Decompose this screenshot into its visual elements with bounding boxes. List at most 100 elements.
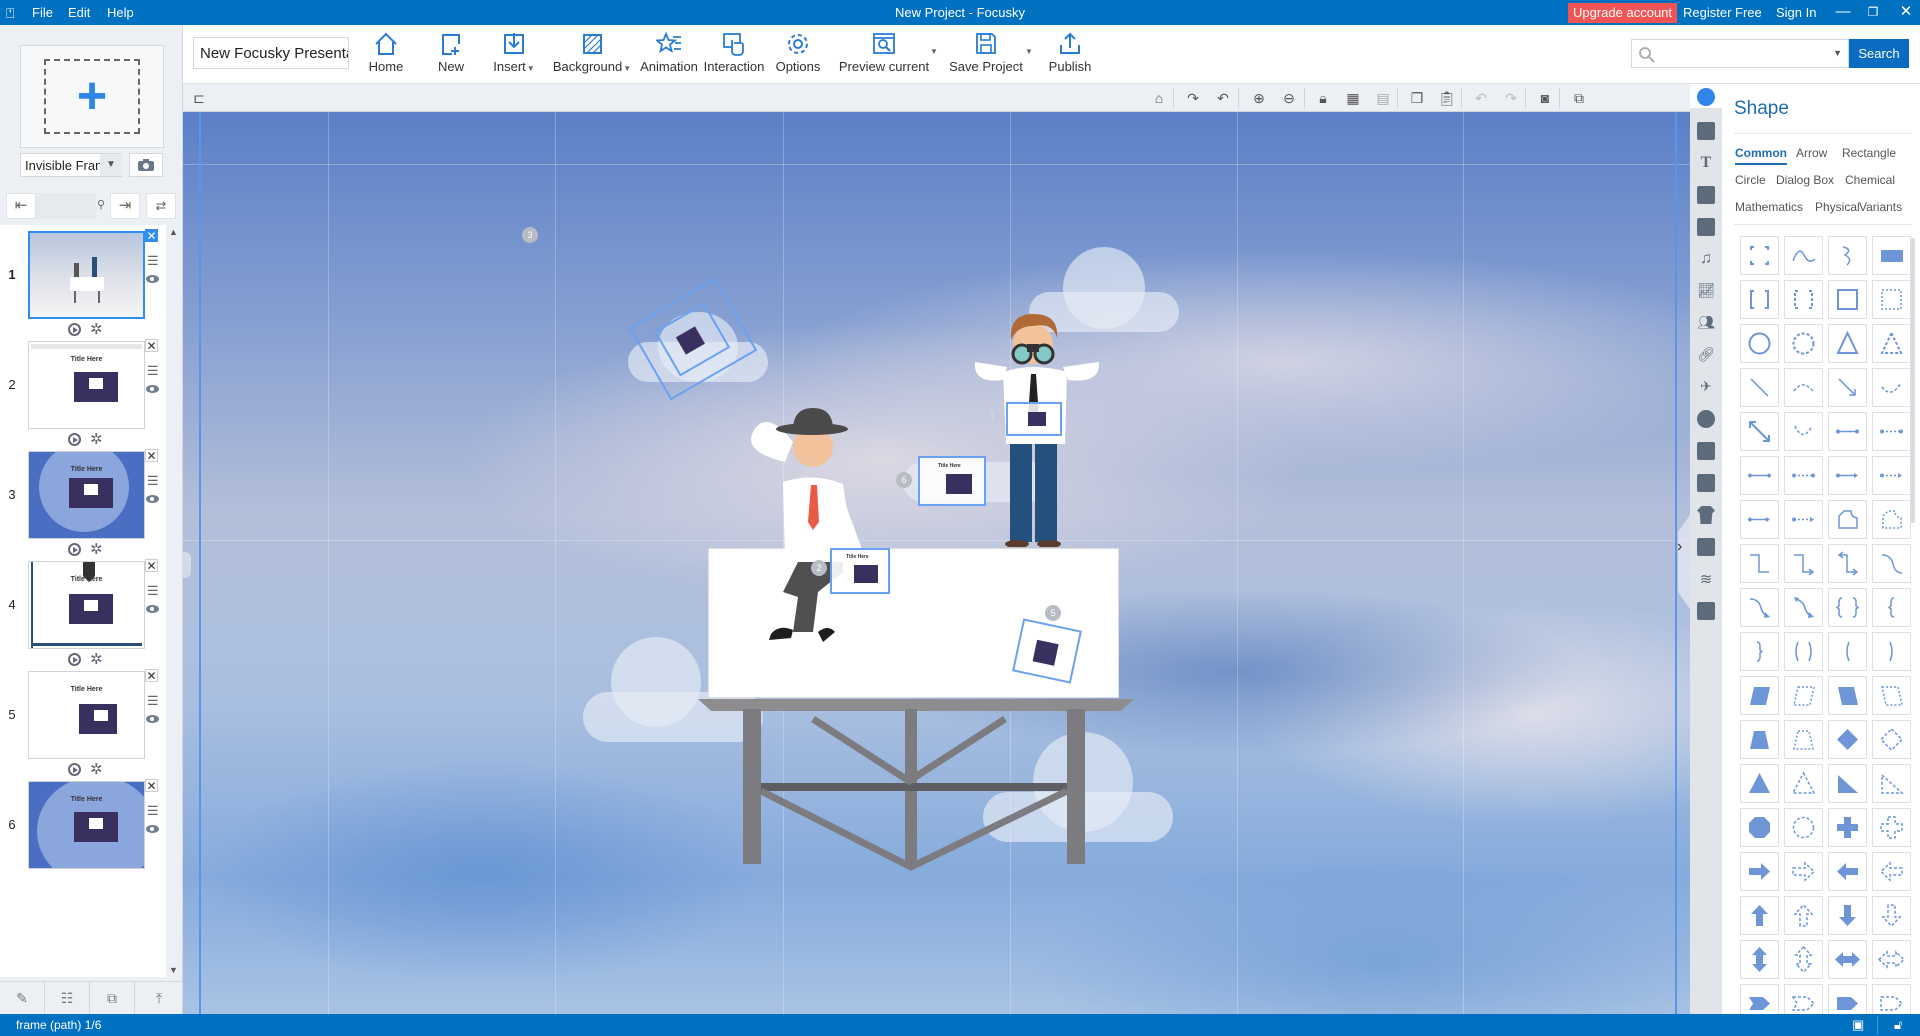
play-icon[interactable] (68, 653, 81, 666)
close-icon[interactable]: ✕ (1893, 2, 1919, 22)
rotate-right-icon[interactable]: ↷ (1183, 89, 1203, 107)
image-icon[interactable] (1697, 122, 1715, 140)
category-variants[interactable]: Variants (1859, 200, 1902, 214)
search-input[interactable]: ▼ (1631, 39, 1849, 68)
project-name-input[interactable]: New Focusky Presenta (193, 37, 349, 69)
scroll-up-icon[interactable]: ▲ (169, 227, 178, 237)
frame-item[interactable]: 1 ✕ ☰ ✲ (0, 227, 166, 338)
shape-dashed-arc-arrow[interactable] (1872, 368, 1911, 407)
upgrade-account-button[interactable]: Upgrade account (1568, 3, 1678, 23)
shape-curve[interactable] (1784, 236, 1823, 275)
shape-diamond-line[interactable] (1740, 456, 1779, 495)
shape-step-double-arrow[interactable] (1828, 544, 1867, 583)
shape-trapezoid[interactable] (1740, 720, 1779, 759)
shape-right-paren[interactable] (1872, 632, 1911, 671)
shape-dashed-arrow-down[interactable] (1872, 896, 1911, 935)
eye-icon[interactable] (146, 385, 159, 393)
insert-button[interactable]: Insert▼ (492, 31, 536, 79)
shape-step-line[interactable] (1740, 544, 1779, 583)
menu-file[interactable]: File (32, 5, 53, 20)
shape-right-triangle[interactable] (1828, 764, 1867, 803)
frame-marker[interactable]: 1 (987, 408, 997, 424)
shape-double-arrow[interactable] (1740, 412, 1779, 451)
category-dialog-box[interactable]: Dialog Box (1776, 173, 1834, 187)
gear-icon[interactable]: ✲ (90, 760, 103, 778)
shape-diamond-arrow-dashed[interactable] (1784, 500, 1823, 539)
shape-dashed-arrow-leftright[interactable] (1872, 940, 1911, 979)
shape-dot-arrow-dashed[interactable] (1872, 456, 1911, 495)
shape-left-brace[interactable] (1872, 588, 1911, 627)
presentation-mode-icon[interactable]: ▣ (1852, 1017, 1864, 1033)
chart-icon[interactable]: 📈︎ (1697, 282, 1715, 300)
eye-icon[interactable] (146, 715, 159, 723)
eye-icon[interactable] (146, 605, 159, 613)
shape-dashed-triangle[interactable] (1872, 324, 1911, 363)
shape-arrow-up[interactable] (1740, 896, 1779, 935)
chevron-right-icon[interactable]: › (1677, 538, 1682, 556)
background-button[interactable]: Background▼ (552, 31, 632, 79)
menu-icon[interactable]: ☰ (147, 363, 159, 379)
shape-dashed-circle[interactable] (1784, 324, 1823, 363)
frame-item[interactable]: 2 Title Here ✕ ☰ ✲ (0, 337, 166, 448)
scroll-down-icon[interactable]: ▼ (169, 965, 178, 975)
shape-dashed-right-triangle[interactable] (1872, 764, 1911, 803)
frame-favorite-icon[interactable]: ☷ (45, 982, 90, 1015)
shape-dashed-arrow-right[interactable] (1784, 852, 1823, 891)
shape-s-curve[interactable] (1872, 544, 1911, 583)
gallery-icon[interactable] (1697, 474, 1715, 492)
category-arrow[interactable]: Arrow (1796, 146, 1827, 160)
rotate-left-icon[interactable]: ↶ (1213, 89, 1233, 107)
layout-list-icon[interactable] (1697, 442, 1715, 460)
unlock-icon[interactable]: 🔓︎ (1894, 1017, 1902, 1033)
frame-marker[interactable]: 2 (811, 560, 827, 576)
shape-octagon[interactable] (1740, 808, 1779, 847)
frame-thumbnail[interactable] (28, 231, 145, 319)
menu-icon[interactable]: ☰ (147, 583, 159, 599)
menu-icon[interactable]: ☰ (147, 473, 159, 489)
shape-arc-double-arrow[interactable] (1784, 412, 1823, 451)
shape-panel-scrollbar[interactable] (1910, 238, 1915, 523)
new-button[interactable]: New (436, 31, 466, 79)
frame-item[interactable]: 3 Title Here ✕ ☰ ✲ (0, 447, 166, 558)
snapshot-button[interactable] (129, 153, 163, 177)
register-free-link[interactable]: Register Free (1683, 5, 1762, 20)
animation-button[interactable]: Animation (640, 31, 698, 79)
tshirt-theme-icon[interactable] (1697, 506, 1715, 524)
zoom-in-icon[interactable]: ⊕ (1249, 89, 1269, 107)
category-mathematics[interactable]: Mathematics (1735, 200, 1803, 214)
ruler-icon[interactable]: ⊏ (189, 89, 209, 107)
airplane-icon[interactable]: ✈ (1697, 378, 1715, 396)
grid-icon[interactable]: ▦ (1343, 89, 1363, 107)
frame-list-scrollbar[interactable]: ▲ ▼ (166, 225, 182, 977)
delete-frame-icon[interactable]: ✕ (145, 669, 158, 683)
first-frame-icon[interactable]: ⇤ (6, 193, 36, 219)
gear-icon[interactable]: ✲ (90, 320, 103, 338)
frame-thumbnail[interactable]: Title Here (28, 341, 145, 429)
shape-circle[interactable] (1740, 324, 1779, 363)
shape-diamond[interactable] (1828, 720, 1867, 759)
menu-edit[interactable]: Edit (68, 5, 90, 20)
shape-filled-triangle[interactable] (1740, 764, 1779, 803)
eye-icon[interactable] (146, 275, 159, 283)
move-to-top-icon[interactable]: ⤒ (135, 982, 183, 1015)
search-button[interactable]: Search (1849, 39, 1909, 68)
restore-icon[interactable]: ❐ (1860, 2, 1886, 22)
presentation-canvas[interactable]: 3 1 6 Title Here 2 Title Here 5 › (183, 112, 1690, 1014)
shape-arrow-down[interactable] (1828, 896, 1867, 935)
frame-thumbnail[interactable]: Title Here (28, 451, 145, 539)
shape-dotted-cut-shape[interactable] (1872, 500, 1911, 539)
shape-arrow-right[interactable] (1740, 852, 1779, 891)
frame-marker[interactable]: 6 (896, 472, 912, 488)
path-frame-6[interactable]: Title Here (918, 456, 986, 506)
gear-icon[interactable]: ✲ (90, 430, 103, 448)
play-icon[interactable] (68, 433, 81, 446)
path-frame-1[interactable] (1006, 402, 1062, 436)
publish-button[interactable]: Publish (1048, 31, 1092, 79)
shape-dashed-arrow-updown[interactable] (1784, 940, 1823, 979)
shape-parallelogram-rev[interactable] (1828, 676, 1867, 715)
copy-icon[interactable]: ❐ (1407, 89, 1427, 107)
save-dropdown-icon[interactable]: ▼ (1025, 47, 1033, 56)
shape-dashed-arc[interactable] (1784, 368, 1823, 407)
menu-icon[interactable]: ☰ (147, 693, 159, 709)
paste-icon[interactable]: 📋︎ (1437, 89, 1457, 107)
